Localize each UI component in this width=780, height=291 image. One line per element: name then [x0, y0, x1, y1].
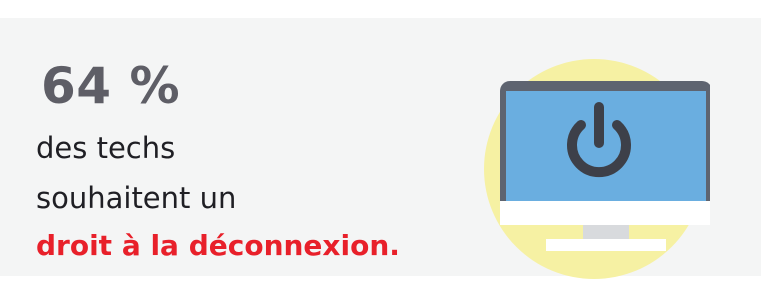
monitor-neck [583, 225, 629, 239]
stat-value: 64 % [41, 57, 181, 115]
monitor-screen [506, 91, 706, 201]
monitor-base [546, 239, 666, 251]
text-line-2: souhaitent un [36, 181, 237, 215]
text-emphasis: droit à la déconnexion. [36, 229, 400, 262]
monitor-bezel [500, 201, 710, 225]
infographic-card: 64 % des techs souhaitent un droit à la … [0, 18, 761, 279]
computer-monitor-icon [484, 59, 710, 279]
text-line-1: des techs [36, 131, 176, 165]
